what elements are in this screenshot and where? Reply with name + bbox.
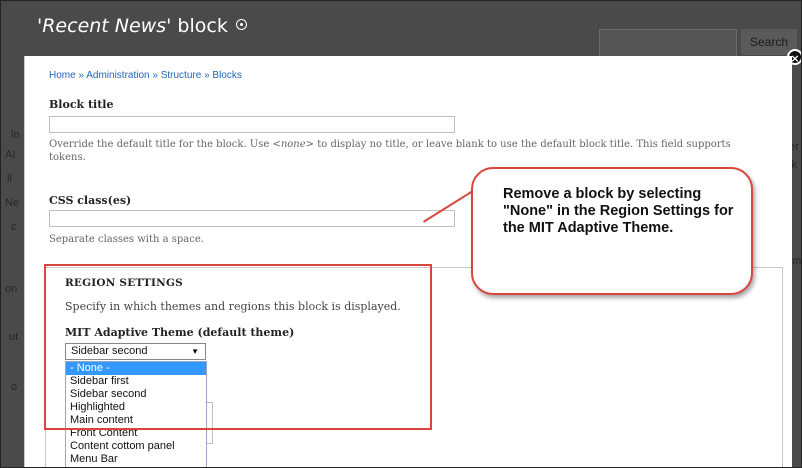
background-text-fragment: lo xyxy=(11,129,20,141)
background-text-fragment: c xyxy=(11,221,17,233)
screenshot-frame: Search lo AI ll Ne c on ut o ck ter em '… xyxy=(0,0,802,468)
background-text-fragment: Ne xyxy=(5,197,20,209)
callout-bubble: Remove a block by selecting "None" in th… xyxy=(471,167,753,295)
background-text-fragment: ll xyxy=(7,173,12,185)
background-text-fragment: ut xyxy=(9,331,19,343)
modal-title: 'Recent News' block xyxy=(37,15,247,37)
breadcrumb[interactable]: Home » Administration » Structure » Bloc… xyxy=(49,70,242,81)
css-class-description: Separate classes with a space. xyxy=(49,234,204,245)
css-class-input[interactable] xyxy=(49,210,455,227)
region-settings-highlight xyxy=(44,264,432,430)
css-class-label: CSS class(es) xyxy=(49,194,132,207)
background-text-fragment: o xyxy=(11,381,18,393)
configure-gear-icon[interactable] xyxy=(235,19,247,30)
region-option-menu-bar[interactable]: Menu Bar xyxy=(66,453,206,466)
callout-text: Remove a block by selecting "None" in th… xyxy=(503,186,734,236)
background-search-input xyxy=(599,29,737,57)
background-text-fragment: AI xyxy=(5,149,16,161)
title-suffix: ' block xyxy=(166,15,228,37)
block-title-input[interactable] xyxy=(49,116,455,133)
title-block-name: Recent News xyxy=(42,15,167,37)
background-text-fragment: on xyxy=(5,283,18,295)
region-option-content-bottom-panel[interactable]: Content cottom panel xyxy=(66,440,206,453)
block-title-description: Override the default title for the block… xyxy=(49,139,731,163)
block-title-label: Block title xyxy=(49,98,114,111)
